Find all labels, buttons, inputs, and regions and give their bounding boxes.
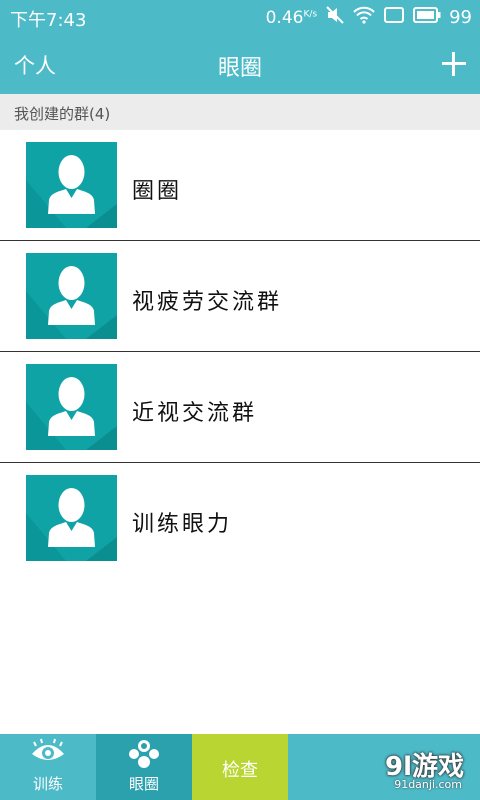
avatar (26, 253, 117, 339)
page-title: 眼圈 (217, 56, 262, 81)
group-icon (129, 740, 159, 768)
tab-4[interactable] (288, 734, 384, 800)
section-header: 我创建的群(4) (0, 94, 480, 130)
bottom-nav: 训练 眼圈 检查 (0, 734, 480, 800)
tab-group-label: 眼圈 (128, 775, 159, 793)
clock: 下午7:43 (10, 10, 87, 31)
list-item[interactable]: 圈圈 (0, 130, 480, 241)
signal-box-icon (383, 6, 405, 29)
avatar (26, 142, 117, 228)
personal-button[interactable]: 个人 (14, 50, 56, 80)
group-name: 圈圈 (132, 179, 183, 204)
group-name: 训练眼力 (132, 512, 233, 537)
eye-icon (32, 738, 64, 760)
title-bar: 个人 眼圈 (0, 34, 480, 94)
mute-icon (325, 5, 345, 30)
avatar (26, 364, 117, 450)
tab-5[interactable] (384, 734, 480, 800)
group-name: 近视交流群 (132, 401, 258, 426)
tab-train-label: 训练 (32, 775, 63, 793)
person-icon (26, 155, 117, 228)
tab-group[interactable]: 眼圈 (96, 734, 192, 800)
status-bar: 下午7:43 0.46K/s 99 (0, 0, 480, 34)
group-list: 圈圈 视疲劳交流群 近视交流群 训练眼力 (0, 130, 480, 573)
battery-level: 99 (449, 7, 472, 28)
status-icons: 0.46K/s 99 (266, 5, 472, 30)
group-name: 视疲劳交流群 (132, 290, 283, 315)
tab-train[interactable]: 训练 (0, 734, 96, 800)
list-item[interactable]: 训练眼力 (0, 463, 480, 573)
add-group-button[interactable] (440, 50, 468, 78)
person-icon (26, 488, 117, 561)
list-item[interactable]: 近视交流群 (0, 352, 480, 463)
tab-check-label: 检查 (222, 760, 258, 781)
section-title: 我创建的群(4) (14, 105, 111, 123)
person-icon (26, 266, 117, 339)
network-speed: 0.46K/s (265, 7, 318, 28)
wifi-icon (353, 6, 375, 29)
tab-check[interactable]: 检查 (192, 734, 288, 800)
person-icon (26, 377, 117, 450)
list-item[interactable]: 视疲劳交流群 (0, 241, 480, 352)
battery-icon (413, 7, 441, 28)
avatar (26, 475, 117, 561)
